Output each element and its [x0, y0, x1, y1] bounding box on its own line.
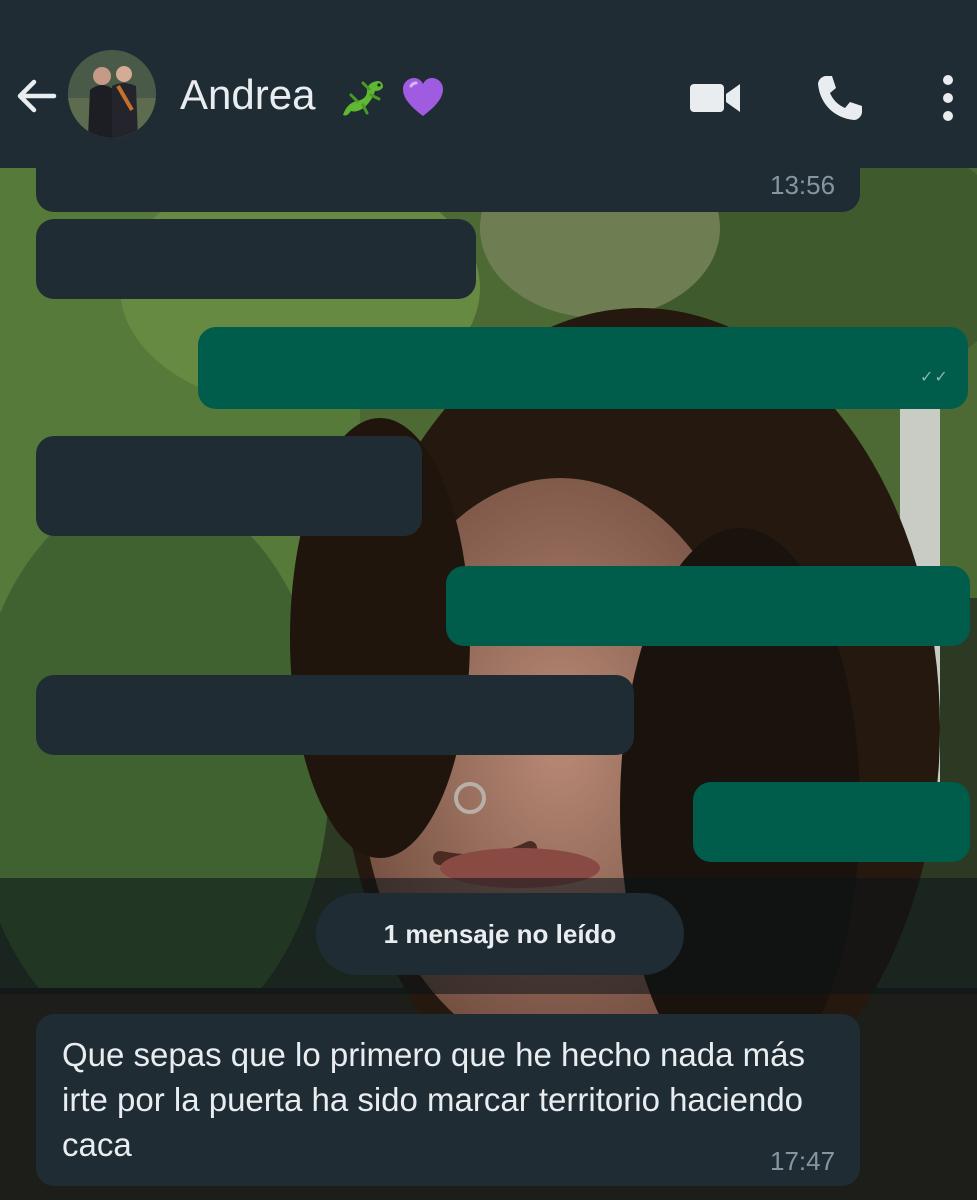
incoming-message-bubble[interactable] — [36, 675, 634, 755]
message-time: 17:47 — [770, 1146, 836, 1176]
message-read-ticks-icon: ✓✓ — [920, 367, 949, 386]
incoming-message-bubble[interactable] — [36, 219, 476, 299]
incoming-message-bubble[interactable]: Que sepas que lo primero que he hecho na… — [36, 1014, 860, 1186]
voice-call-icon[interactable] — [814, 72, 866, 124]
back-arrow-icon[interactable] — [14, 74, 58, 118]
video-call-icon[interactable] — [690, 72, 742, 124]
message-text: Que sepas que lo primero que he hecho na… — [62, 1036, 805, 1163]
outgoing-message-bubble[interactable] — [693, 782, 970, 862]
lizard-emoji-icon — [343, 80, 384, 116]
outgoing-message-bubble[interactable]: ✓✓ — [198, 327, 968, 409]
contact-name-text: Andrea — [180, 71, 316, 118]
contact-avatar[interactable] — [68, 50, 156, 138]
incoming-message-bubble[interactable] — [36, 436, 422, 536]
purple-heart-emoji-icon — [402, 77, 443, 116]
outgoing-message-bubble[interactable] — [446, 566, 970, 646]
chat-header: Andrea — [0, 0, 977, 168]
unread-messages-label: 1 mensaje no leído — [316, 893, 684, 975]
message-time: 13:56 — [770, 170, 836, 200]
more-options-icon[interactable] — [922, 72, 974, 124]
contact-name[interactable]: Andrea — [180, 68, 447, 123]
